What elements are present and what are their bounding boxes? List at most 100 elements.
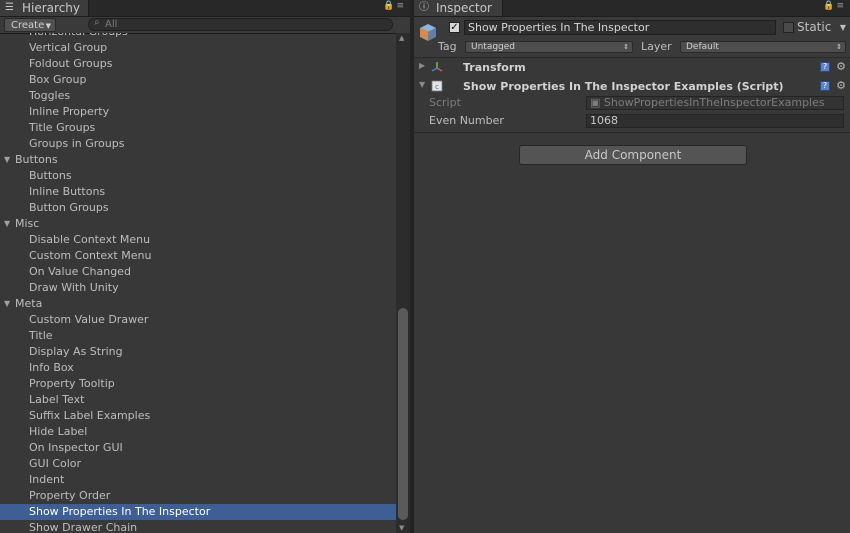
hierarchy-item[interactable]: Button Groups [0,200,396,216]
transform-component-header[interactable]: ▶ Transform ? ⚙ [414,59,850,77]
hierarchy-item-label: Indent [29,473,65,486]
hierarchy-item[interactable]: Horizontal Groups [0,33,396,40]
help-icon[interactable]: ? [820,62,830,72]
hierarchy-item-label: GUI Color [29,457,82,470]
hierarchy-item[interactable]: Draw With Unity [0,280,396,296]
gameobject-header: ✓ Show Properties In The Inspector Stati… [414,17,850,58]
hierarchy-item[interactable]: Title [0,328,396,344]
hierarchy-item-label: Foldout Groups [29,57,113,70]
hierarchy-item-label: Hide Label [29,425,88,438]
even-number-field[interactable]: 1068 [586,114,844,128]
script-component-header[interactable]: ▼ c Show Properties In The Inspector Exa… [414,78,850,96]
hierarchy-item[interactable]: Custom Context Menu [0,248,396,264]
hierarchy-item[interactable]: Box Group [0,72,396,88]
hierarchy-item-label: Disable Context Menu [29,233,151,246]
search-input[interactable] [105,19,375,30]
hierarchy-item[interactable]: Hide Label [0,424,396,440]
script-label: Script [429,96,461,109]
gear-icon[interactable]: ⚙ [836,79,846,92]
hierarchy-item-label: On Value Changed [29,265,131,278]
static-label: Static [797,20,832,34]
hierarchy-item[interactable]: Toggles [0,88,396,104]
dropdown-arrow-icon: ▼ [45,22,51,30]
hierarchy-item[interactable]: Property Tooltip [0,376,396,392]
hierarchy-item[interactable]: Title Groups [0,120,396,136]
hierarchy-item[interactable]: On Value Changed [0,264,396,280]
hierarchy-item-label: Inline Property [29,105,110,118]
object-name-field[interactable]: Show Properties In The Inspector [464,20,776,35]
scroll-up-icon[interactable]: ▲ [399,34,404,42]
scroll-down-icon[interactable]: ▼ [399,524,404,532]
tab-inspector[interactable]: ⓘ Inspector [414,0,503,16]
hierarchy-item-label: Groups in Groups [29,137,125,150]
hierarchy-item[interactable]: Buttons [0,168,396,184]
hierarchy-item[interactable]: Inline Property [0,104,396,120]
hierarchy-scrollbar[interactable]: ▲ ▼ [396,33,410,533]
hierarchy-item-label: Custom Value Drawer [29,313,149,326]
hierarchy-item[interactable]: Indent [0,472,396,488]
layer-value: Default [686,42,719,52]
hierarchy-item[interactable]: Foldout Groups [0,56,396,72]
hierarchy-item-label: Draw With Unity [29,281,119,294]
help-icon[interactable]: ? [820,81,830,91]
tab-hierarchy-label: Hierarchy [22,1,81,15]
hierarchy-item-label: Misc [15,217,40,230]
hierarchy-item[interactable]: Property Order [0,488,396,504]
scrollbar-thumb[interactable] [398,308,408,520]
tag-label: Tag [438,40,457,53]
layer-dropdown[interactable]: Default ⇕ [680,41,846,53]
hierarchy-item-label: Inline Buttons [29,185,106,198]
create-button[interactable]: Create ▼ [4,18,56,32]
script-component-title: Show Properties In The Inspector Example… [463,80,784,93]
tag-dropdown[interactable]: Untagged ⇕ [465,41,633,53]
hierarchy-item-label: On Inspector GUI [29,441,123,454]
search-box[interactable]: ⌕ [88,17,393,31]
hierarchy-item[interactable]: Label Text [0,392,396,408]
hierarchy-item-label: Show Drawer Chain [29,521,138,533]
active-checkbox[interactable]: ✓ [449,22,460,33]
hierarchy-item[interactable]: Info Box [0,360,396,376]
panel-menu-icon[interactable]: 🔒≡ [823,1,846,11]
gear-icon[interactable]: ⚙ [836,60,846,73]
hierarchy-item[interactable]: Show Drawer Chain [0,520,396,533]
even-number-label: Even Number [429,114,504,127]
hierarchy-group-row[interactable]: ▼ Misc [0,216,396,232]
hierarchy-item-label: Vertical Group [29,41,108,54]
hierarchy-item-label: Label Text [29,393,85,406]
fold-down-icon[interactable]: ▼ [4,216,10,232]
hierarchy-item-label: Buttons [15,153,58,166]
fold-right-icon[interactable]: ▶ [419,61,425,70]
hierarchy-item[interactable]: Groups in Groups [0,136,396,152]
hierarchy-item[interactable]: Show Properties In The Inspector [0,504,396,520]
add-component-button[interactable]: Add Component [519,145,747,165]
fold-down-icon[interactable]: ▼ [419,80,425,89]
hierarchy-item[interactable]: Suffix Label Examples [0,408,396,424]
hierarchy-toolbar: Create ▼ ⌕ [0,17,410,34]
script-property-row: Script ▣ ShowPropertiesInTheInspectorExa… [414,95,850,111]
fold-down-icon[interactable]: ▼ [4,296,10,312]
info-icon: ⓘ [419,2,429,13]
create-button-label: Create [11,20,45,31]
hierarchy-group-row[interactable]: ▼ Meta [0,296,396,312]
hierarchy-item-label: Toggles [29,89,71,102]
hierarchy-item[interactable]: Display As String [0,344,396,360]
tab-hierarchy[interactable]: ☰ Hierarchy [0,0,89,16]
fold-down-icon[interactable]: ▼ [4,152,10,168]
static-dropdown-icon[interactable]: ▼ [840,20,846,35]
script-icon: c [431,80,443,92]
updown-arrow-icon: ⇕ [836,43,842,51]
hierarchy-group-row[interactable]: ▼ Buttons [0,152,396,168]
layer-label: Layer [641,40,672,53]
component-divider [414,132,850,133]
hierarchy-item[interactable]: Disable Context Menu [0,232,396,248]
script-value: ShowPropertiesInTheInspectorExamples [603,96,825,109]
hierarchy-item[interactable]: Custom Value Drawer [0,312,396,328]
hierarchy-item-label: Horizontal Groups [29,33,128,38]
panel-menu-icon[interactable]: 🔒≡ [383,1,406,11]
hierarchy-item[interactable]: Inline Buttons [0,184,396,200]
static-checkbox[interactable] [783,22,794,33]
hierarchy-item-label: Custom Context Menu [29,249,152,262]
hierarchy-item[interactable]: Vertical Group [0,40,396,56]
hierarchy-item[interactable]: On Inspector GUI [0,440,396,456]
hierarchy-item[interactable]: GUI Color [0,456,396,472]
